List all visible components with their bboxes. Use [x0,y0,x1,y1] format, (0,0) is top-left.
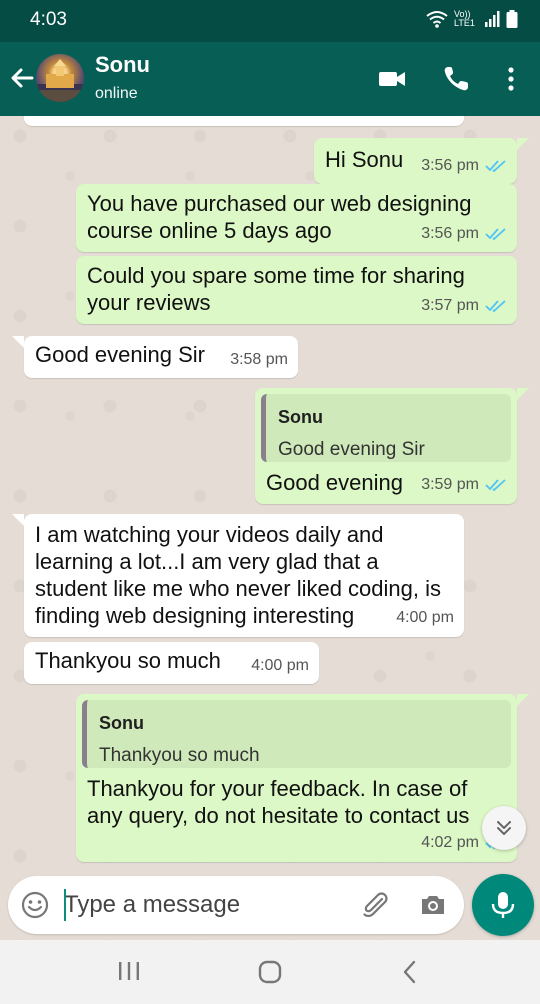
double-tick-icon [485,227,506,240]
back-nav-icon[interactable] [398,958,422,986]
presence-status: online [95,85,138,102]
back-arrow-icon[interactable] [8,64,36,92]
contact-name[interactable]: Sonu [95,52,150,78]
message-text-line: Could you spare some time for sharing [87,263,465,288]
message-time: 3:56 pm [421,157,479,174]
message-meta: 4:00 pm [396,604,454,631]
message-text: Good evening [266,470,403,495]
message-text-line: your reviews [87,290,211,315]
mic-button[interactable] [472,874,534,936]
message-meta: 3:58 pm [230,346,288,373]
quoted-text: Good evening Sir [278,439,425,460]
quoted-message[interactable]: Sonu Thankyou so much [82,700,511,768]
mic-icon [491,892,515,918]
message-meta: 3:59 pm [421,471,507,498]
message-text-line: any query, do not hesitate to contact us [87,803,470,828]
chat-messages[interactable]: Hi Sonu 3:56 pm You have purchased our w… [0,116,540,940]
message-bubble-incoming[interactable]: Good evening Sir 3:58 pm [24,336,298,378]
double-tick-icon [485,299,506,312]
recents-icon[interactable] [117,958,141,986]
phone-icon[interactable] [441,64,471,94]
message-meta: 4:00 pm [251,652,309,679]
message-bubble-incoming[interactable]: Thankyou so much 4:00 pm [24,642,319,684]
bubble-tail [12,336,24,348]
message-input[interactable] [64,886,354,924]
emoji-icon[interactable] [20,890,50,920]
bubble-tail [12,514,24,526]
camera-icon[interactable] [418,890,448,920]
video-call-icon[interactable] [377,64,407,94]
wifi-icon [426,11,448,28]
message-time: 3:59 pm [421,476,479,493]
quoted-text: Thankyou so much [99,745,260,766]
message-text-line: student like me who never liked coding, … [35,576,441,601]
system-nav-bar [0,940,540,1004]
message-time: 3:58 pm [230,351,288,368]
quoted-message[interactable]: Sonu Good evening Sir [261,394,511,462]
attach-icon[interactable] [360,890,390,920]
message-text: Thankyou so much [35,648,221,673]
message-text-line: Thankyou for your feedback. In case of [87,776,468,801]
quoted-sender: Sonu [99,713,144,733]
bubble-tail [517,138,529,150]
battery-icon [506,10,518,28]
signal-icon [485,11,500,27]
scroll-down-button[interactable] [482,806,526,850]
message-time: 4:00 pm [251,657,309,674]
message-bubble-outgoing-reply[interactable]: Sonu Good evening Sir Good evening 3:59 … [255,388,517,504]
avatar[interactable] [36,54,84,102]
message-meta: 3:56 pm [421,152,507,179]
message-bubble-outgoing[interactable]: You have purchased our web designing cou… [76,184,517,252]
home-icon[interactable] [256,958,284,986]
message-text: Good evening Sir [35,342,205,367]
status-bar: 4:03 Vo)) LTE1 [0,0,540,42]
message-text-line: I am watching your videos daily and [35,522,384,547]
message-bubble-outgoing[interactable]: Hi Sonu 3:56 pm [314,138,517,184]
message-bubble-incoming[interactable]: I am watching your videos daily and lear… [24,514,464,637]
double-tick-icon [485,478,506,491]
double-tick-icon [485,159,506,172]
message-time: 3:57 pm [421,297,479,314]
bubble-tail [517,694,529,706]
message-text-line: learning a lot...I am very glad that a [35,549,379,574]
chat-header: Sonu online [0,42,540,116]
message-text-line: finding web designing interesting [35,603,355,628]
message-text-line: course online 5 days ago [87,218,332,243]
quoted-sender: Sonu [278,407,323,427]
status-icons: Vo)) LTE1 [426,10,518,28]
message-meta: 3:56 pm [421,220,507,247]
message-composer [8,876,464,934]
message-meta: 3:57 pm [421,292,507,319]
network-label: Vo)) LTE1 [454,9,475,28]
message-text: Hi Sonu [325,147,404,172]
message-time: 4:00 pm [396,609,454,626]
message-bubble-outgoing[interactable]: Could you spare some time for sharing yo… [76,256,517,324]
message-text-line: You have purchased our web designing [87,191,472,216]
bubble-tail [517,388,529,400]
message-bubble-outgoing-reply[interactable]: Sonu Thankyou so much Thankyou for your … [76,694,517,862]
scroll-down-icon [497,821,511,835]
message-time: 4:02 pm [421,834,479,851]
message-time: 3:56 pm [421,225,479,242]
more-options-icon[interactable] [496,64,526,94]
status-time: 4:03 [30,9,67,30]
text-caret [64,889,66,921]
message-bubble-partial [24,116,464,126]
